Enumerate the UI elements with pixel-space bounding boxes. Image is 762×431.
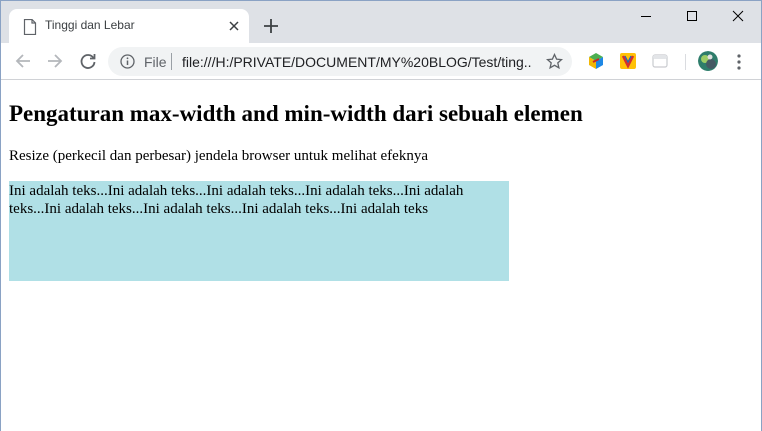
page-instruction: Resize (perkecil dan perbesar) jendela b… bbox=[9, 148, 428, 164]
avatar[interactable] bbox=[698, 51, 718, 71]
scheme-label: File bbox=[144, 54, 167, 70]
address-bar[interactable]: File file:///H:/PRIVATE/DOCUMENT/MY%20BL… bbox=[108, 47, 572, 76]
tab-title: Tinggi dan Lebar bbox=[45, 18, 135, 32]
browser-toolbar: File file:///H:/PRIVATE/DOCUMENT/MY%20BL… bbox=[1, 43, 761, 80]
info-icon[interactable] bbox=[120, 54, 135, 69]
toolbar-divider bbox=[685, 54, 686, 70]
reload-icon[interactable] bbox=[79, 52, 97, 70]
extension-window-icon[interactable] bbox=[651, 52, 669, 70]
url-text[interactable]: file:///H:/PRIVATE/DOCUMENT/MY%20BLOG/Te… bbox=[182, 54, 532, 70]
star-icon[interactable] bbox=[546, 53, 563, 70]
maximize-icon[interactable] bbox=[669, 1, 715, 31]
kebab-menu-icon[interactable] bbox=[732, 53, 746, 71]
page-title: Pengaturan max-width and min-width dari … bbox=[9, 101, 583, 126]
browser-window: Tinggi dan Lebar File file:///H:/PRIVATE… bbox=[0, 0, 762, 431]
tab-strip: Tinggi dan Lebar bbox=[1, 1, 761, 43]
extension-v-icon[interactable] bbox=[619, 52, 637, 70]
page-content: Pengaturan max-width and min-width dari … bbox=[1, 81, 761, 431]
demo-box: Ini adalah teks...Ini adalah teks...Ini … bbox=[9, 181, 509, 281]
plus-icon[interactable] bbox=[263, 18, 279, 34]
forward-arrow-icon[interactable] bbox=[46, 52, 64, 70]
window-close-icon[interactable] bbox=[715, 1, 761, 31]
page-icon bbox=[23, 19, 37, 35]
close-icon[interactable] bbox=[227, 19, 241, 33]
extension-cube-icon[interactable] bbox=[587, 52, 605, 70]
tab-active[interactable]: Tinggi dan Lebar bbox=[9, 9, 249, 43]
minimize-icon[interactable] bbox=[623, 1, 669, 31]
omnibox-divider bbox=[171, 53, 172, 70]
back-arrow-icon[interactable] bbox=[14, 52, 32, 70]
